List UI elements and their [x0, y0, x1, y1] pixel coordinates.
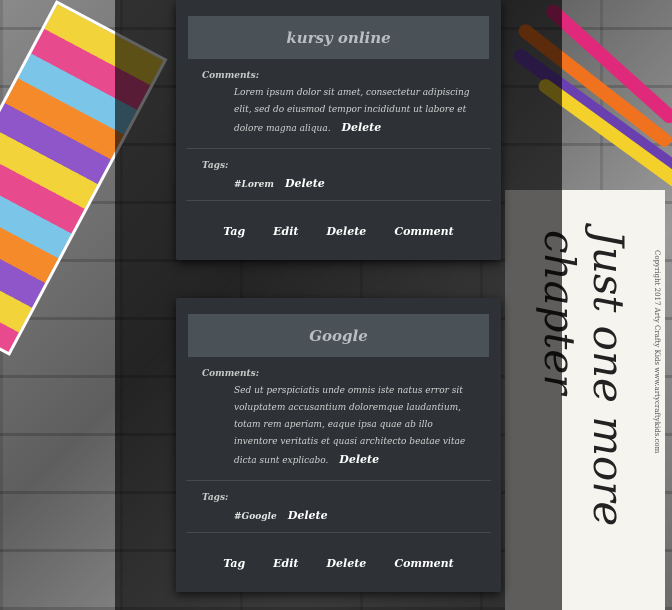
card-title: kursy online — [188, 16, 489, 59]
tags-label: Tags: — [202, 493, 229, 503]
tag-text: #Lorem — [234, 180, 274, 190]
poster-copyright: Copyright 2017 Arty Crafty Kids www.arty… — [653, 250, 661, 454]
comment-delete-button[interactable]: Delete — [341, 121, 381, 134]
edit-button[interactable]: Edit — [273, 557, 298, 570]
comment: Sed ut perspiciatis unde omnis iste natu… — [234, 383, 477, 470]
delete-button[interactable]: Delete — [327, 557, 367, 570]
card-actions: Tag Edit Delete Comment — [176, 533, 501, 592]
comment-delete-button[interactable]: Delete — [339, 453, 379, 466]
card-actions: Tag Edit Delete Comment — [176, 201, 501, 260]
tag-item: #Lorem Delete — [234, 177, 477, 190]
card-title: Google — [188, 314, 489, 357]
tags-section: Tags: #Lorem Delete — [176, 149, 501, 200]
comments-section: Comments: Lorem ipsum dolor sit amet, co… — [176, 59, 501, 148]
comment-button[interactable]: Comment — [394, 557, 453, 570]
edit-button[interactable]: Edit — [273, 225, 298, 238]
post-card: Google Comments: Sed ut perspiciatis und… — [176, 298, 501, 592]
tags-label: Tags: — [202, 161, 229, 171]
tag-text: #Google — [234, 512, 277, 522]
comment-button[interactable]: Comment — [394, 225, 453, 238]
tag-delete-button[interactable]: Delete — [285, 177, 325, 190]
comments-label: Comments: — [202, 71, 260, 81]
comment: Lorem ipsum dolor sit amet, consectetur … — [234, 85, 477, 138]
comments-section: Comments: Sed ut perspiciatis unde omnis… — [176, 357, 501, 480]
tag-button[interactable]: Tag — [223, 557, 245, 570]
delete-button[interactable]: Delete — [327, 225, 367, 238]
tag-delete-button[interactable]: Delete — [288, 509, 328, 522]
tags-section: Tags: #Google Delete — [176, 481, 501, 532]
tag-item: #Google Delete — [234, 509, 477, 522]
comments-label: Comments: — [202, 369, 260, 379]
post-card: kursy online Comments: Lorem ipsum dolor… — [176, 0, 501, 260]
tag-button[interactable]: Tag — [223, 225, 245, 238]
